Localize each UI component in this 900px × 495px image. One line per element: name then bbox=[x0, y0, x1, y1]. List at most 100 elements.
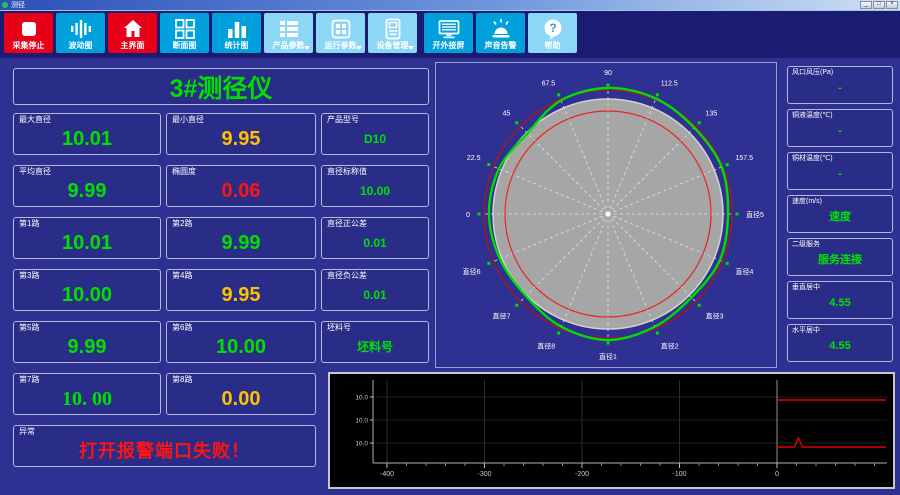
measurement-card: 坯料号 坯料号 bbox=[321, 321, 429, 363]
polar-center-dot bbox=[606, 212, 610, 216]
toolbar-button-label: 产品参数 bbox=[272, 41, 305, 50]
angle-tick-marker bbox=[515, 121, 519, 125]
angle-tick-marker bbox=[606, 341, 610, 345]
angle-tick-marker bbox=[655, 93, 659, 97]
toolbar-button-run-params[interactable]: 运行参数 bbox=[316, 13, 365, 53]
cross-section-panel: 直径5 157.5 135 112.5 90 67.5 45 22.5 0 直径6 直径7 直径8 直径… bbox=[435, 62, 777, 368]
measurement-card: 平均直径 9.99 bbox=[13, 165, 161, 207]
cross-section-polar-chart: 直径5 157.5 135 112.5 90 67.5 45 22.5 0 直径6 直径7 直径8 直径… bbox=[463, 70, 764, 361]
card-value: - bbox=[838, 168, 842, 180]
app-icon bbox=[2, 2, 8, 8]
app-window: 测径 _ □ × 采集停止 波动图 主界面 断面图 统计图 产品参数 运行参数 设备管理 开外接… bbox=[0, 0, 900, 495]
card-value: 10.00 bbox=[61, 283, 113, 306]
measurement-card: 最大直径 10.01 bbox=[13, 113, 161, 155]
card-value: 9.99 bbox=[67, 335, 107, 358]
waveform-icon bbox=[56, 17, 105, 41]
measurement-card: 直径标称值 10.00 bbox=[321, 165, 429, 207]
gauge-title: 3#测径仪 bbox=[169, 74, 273, 103]
toolbar-button-waveform[interactable]: 波动图 bbox=[56, 13, 105, 53]
polar-angle-label: 22.5 bbox=[467, 155, 481, 162]
y-tick-label: 10.0 bbox=[355, 418, 368, 425]
trend-chart-panel: -400 -300 -200 -100 0 10.0 10.0 10.0 bbox=[328, 372, 895, 489]
measurement-card: 第6路 10.00 bbox=[166, 321, 316, 363]
external-screen-icon bbox=[424, 17, 473, 41]
angle-tick-marker bbox=[515, 303, 519, 307]
polar-angle-label: 67.5 bbox=[542, 81, 556, 88]
toolbar-button-home[interactable]: 主界面 bbox=[108, 13, 157, 53]
polar-angle-label: 直径5 bbox=[746, 210, 764, 219]
status-card: 水平居中 4.55 bbox=[787, 324, 893, 362]
right-panel: 风口风压(Pa) - 铜液温度(℃) - 铜材温度(℃) - 速度(m/s) 速度 二级服务 服务… bbox=[787, 66, 893, 367]
card-value: 9.99 bbox=[67, 179, 107, 202]
measurement-card: 直径正公差 0.01 bbox=[321, 217, 429, 259]
toolbar-button-bar-chart[interactable]: 统计图 bbox=[212, 13, 261, 53]
card-value: D10 bbox=[363, 131, 386, 146]
close-button[interactable]: × bbox=[886, 1, 898, 9]
home-icon bbox=[108, 17, 157, 41]
card-value: 4.55 bbox=[829, 297, 851, 309]
card-value: 10.01 bbox=[61, 127, 113, 150]
status-card: 铜材温度(℃) - bbox=[787, 152, 893, 190]
minimize-button[interactable]: _ bbox=[860, 1, 872, 9]
toolbar-button-external-screen[interactable]: 开外接屏 bbox=[424, 13, 473, 53]
gauge-title-card: 3#测径仪 bbox=[13, 68, 429, 105]
polar-angle-label: 90 bbox=[604, 70, 612, 77]
maximize-button[interactable]: □ bbox=[873, 1, 885, 9]
toolbar-button-section-view[interactable]: 断面图 bbox=[160, 13, 209, 53]
card-value: 服务连接 bbox=[818, 254, 862, 266]
trend-chart: -400 -300 -200 -100 0 10.0 10.0 10.0 bbox=[355, 380, 887, 478]
measurement-card: 第7路 10. 00 bbox=[13, 373, 161, 415]
toolbar-button-product-params[interactable]: 产品参数 bbox=[264, 13, 313, 53]
svg-text:?: ? bbox=[549, 21, 556, 35]
window-title: 测径 bbox=[11, 1, 25, 9]
measurement-card: 直径负公差 0.01 bbox=[321, 269, 429, 311]
toolbar-button-label: 波动图 bbox=[68, 41, 93, 50]
angle-tick-marker bbox=[697, 303, 701, 307]
toolbar-button-label: 采集停止 bbox=[12, 41, 45, 50]
polar-angle-label: 直径2 bbox=[661, 341, 679, 350]
measurement-card: 第4路 9.95 bbox=[166, 269, 316, 311]
card-value: - bbox=[838, 125, 842, 137]
polar-angle-label: 45 bbox=[503, 110, 511, 117]
angle-tick-marker bbox=[735, 212, 739, 216]
titlebar: 测径 _ □ × bbox=[0, 0, 900, 10]
card-value: 9.95 bbox=[221, 283, 261, 306]
polar-angle-label: 直径4 bbox=[735, 267, 753, 276]
toolbar-button-help[interactable]: ? 帮助 bbox=[528, 13, 577, 53]
run-params-icon bbox=[316, 17, 365, 41]
angle-tick-marker bbox=[725, 163, 729, 167]
card-value: - bbox=[838, 82, 842, 94]
card-value: 0.01 bbox=[363, 287, 387, 302]
polar-angle-label: 直径7 bbox=[493, 312, 511, 321]
status-card: 二级服务 服务连接 bbox=[787, 238, 893, 276]
polar-angle-label: 直径3 bbox=[706, 312, 724, 321]
toolbar-button-label: 主界面 bbox=[120, 41, 145, 50]
x-tick-label: -300 bbox=[477, 471, 491, 478]
polar-angle-label: 直径6 bbox=[463, 267, 481, 276]
toolbar-button-sound-alarm[interactable]: 声音告警 bbox=[476, 13, 525, 53]
sound-alarm-icon bbox=[476, 17, 525, 41]
card-value: 打开报警端口失败！ bbox=[79, 440, 250, 461]
toolbar-button-label: 设备管理 bbox=[376, 41, 409, 50]
device-manage-icon bbox=[368, 17, 417, 41]
help-icon: ? bbox=[528, 17, 577, 41]
polar-angle-label: 112.5 bbox=[661, 81, 678, 88]
toolbar-button-stop[interactable]: 采集停止 bbox=[4, 13, 53, 53]
card-value: 10.00 bbox=[359, 183, 391, 198]
alarm-card: 异常 打开报警端口失败！ bbox=[13, 425, 316, 467]
angle-tick-marker bbox=[557, 93, 561, 97]
toolbar-button-label: 运行参数 bbox=[324, 41, 357, 50]
toolbar: 采集停止 波动图 主界面 断面图 统计图 产品参数 运行参数 设备管理 开外接屏 声音告警? 帮助 bbox=[0, 10, 900, 58]
y-tick-label: 10.0 bbox=[355, 441, 368, 448]
card-value: 速度 bbox=[829, 211, 851, 223]
polar-angle-label: 0 bbox=[466, 212, 470, 219]
card-value: 坯料号 bbox=[356, 339, 393, 354]
toolbar-button-device-manage[interactable]: 设备管理 bbox=[368, 13, 417, 53]
angle-tick-marker bbox=[487, 163, 491, 167]
polar-angle-label: 157.5 bbox=[735, 155, 753, 162]
card-value: 4.55 bbox=[829, 340, 851, 352]
polar-angle-label: 135 bbox=[706, 110, 718, 117]
measurement-card: 第2路 9.99 bbox=[166, 217, 316, 259]
angle-tick-marker bbox=[725, 261, 729, 265]
measurement-card: 第3路 10.00 bbox=[13, 269, 161, 311]
